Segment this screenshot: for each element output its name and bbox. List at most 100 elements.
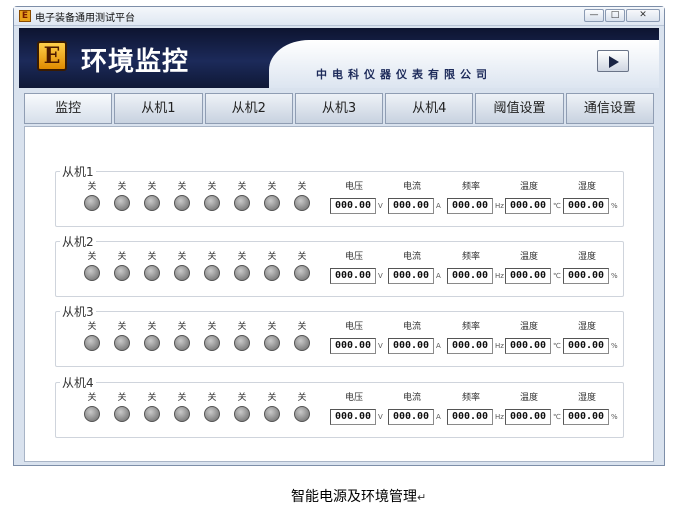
meter-label: 温度 bbox=[519, 252, 538, 262]
meter-value-field: 000.00 bbox=[388, 198, 434, 214]
slave-group-label: 从机1 bbox=[60, 163, 96, 180]
app-window: E 电子装备通用测试平台 — □ ✕ E 环境监控 中电科仪器仪表有限公司 监控… bbox=[13, 6, 665, 466]
switch-indicator: 关 bbox=[111, 181, 133, 211]
switch-indicator: 关 bbox=[171, 321, 193, 351]
switch-state-label: 关 bbox=[297, 182, 307, 192]
switch-indicator: 关 bbox=[291, 181, 313, 211]
meter-readout: 温度 000.00 ℃ bbox=[505, 251, 563, 284]
meter-label: 电压 bbox=[344, 322, 363, 332]
meter-label: 湿度 bbox=[577, 322, 596, 332]
switch-state-label: 关 bbox=[267, 393, 277, 403]
window-title: 电子装备通用测试平台 bbox=[35, 13, 135, 24]
meter-readout: 湿度 000.00% bbox=[563, 321, 621, 354]
tab-5[interactable]: 从机4 bbox=[385, 93, 474, 124]
tab-4[interactable]: 从机3 bbox=[294, 93, 384, 124]
switch-state-label: 关 bbox=[297, 252, 307, 262]
tab-1[interactable]: 监控 bbox=[24, 93, 113, 124]
switch-state-label: 关 bbox=[87, 182, 97, 192]
indicator-lamp-icon bbox=[294, 265, 310, 281]
tab-6[interactable]: 阈值设置 bbox=[475, 93, 564, 124]
meter-unit: ℃ bbox=[553, 342, 561, 350]
indicator-lamp-icon bbox=[84, 195, 100, 211]
meter-unit: Hz bbox=[495, 202, 504, 210]
meter-value-field: 000.00 bbox=[447, 268, 493, 284]
meter-readout: 频率 000.00 Hz bbox=[447, 181, 505, 214]
slave-group-2: 从机2 关关关关关关关关电压 000.00 V 电流 000.00 A 频率 000.00 Hz 温… bbox=[55, 233, 624, 297]
meter-unit: A bbox=[436, 342, 441, 350]
paragraph-mark-icon: ↵ bbox=[417, 491, 427, 504]
switch-indicator: 关 bbox=[261, 181, 283, 211]
indicator-lamp-icon bbox=[174, 195, 190, 211]
maximize-icon[interactable]: □ bbox=[605, 9, 625, 22]
meter-value-field: 000.00 bbox=[388, 338, 434, 354]
switch-state-label: 关 bbox=[117, 322, 127, 332]
tab-bar: 监控 从机1 从机2 从机3 从机4 阈值设置 通信设置 bbox=[24, 93, 654, 125]
meter-unit: % bbox=[611, 342, 618, 350]
meter-value-field: 000.00 bbox=[447, 198, 493, 214]
indicator-lamp-icon bbox=[294, 406, 310, 422]
indicator-lamp-icon bbox=[144, 195, 160, 211]
slave-group-1: 从机1 关关关关关关关关电压 000.00 V 电流 000.00 A 频率 000.00 Hz 温… bbox=[55, 163, 624, 227]
meter-label: 频率 bbox=[461, 393, 480, 403]
meter-readout: 温度 000.00 ℃ bbox=[505, 392, 563, 425]
switch-state-label: 关 bbox=[297, 322, 307, 332]
meter-label: 频率 bbox=[461, 322, 480, 332]
meter-label: 温度 bbox=[519, 322, 538, 332]
tab-7[interactable]: 通信设置 bbox=[565, 93, 654, 124]
meter-value-field: 000.00 bbox=[330, 198, 376, 214]
switch-state-label: 关 bbox=[177, 252, 187, 262]
switch-indicator: 关 bbox=[141, 251, 163, 281]
indicator-lamp-icon bbox=[204, 195, 220, 211]
meter-value-field: 000.00 bbox=[447, 409, 493, 425]
brand-logo: E bbox=[37, 41, 67, 71]
play-icon bbox=[609, 56, 619, 68]
meter-value-field: 000.00 bbox=[330, 409, 376, 425]
meter-value-field: 000.00 bbox=[505, 409, 551, 425]
caption-text: 智能电源及环境管理 bbox=[291, 489, 417, 505]
switch-state-label: 关 bbox=[87, 322, 97, 332]
switch-indicator: 关 bbox=[231, 392, 253, 422]
switch-state-label: 关 bbox=[147, 393, 157, 403]
indicator-lamp-icon bbox=[234, 335, 250, 351]
switch-indicator: 关 bbox=[81, 321, 103, 351]
window-controls: — □ ✕ bbox=[584, 9, 660, 22]
meter-readout: 电压 000.00 V bbox=[330, 392, 388, 425]
meter-readout: 温度 000.00 ℃ bbox=[505, 321, 563, 354]
meter-unit: % bbox=[611, 272, 618, 280]
meter-readout: 电流 000.00 A bbox=[388, 321, 446, 354]
switch-state-label: 关 bbox=[297, 393, 307, 403]
close-icon[interactable]: ✕ bbox=[626, 9, 660, 22]
tab-3[interactable]: 从机2 bbox=[204, 93, 293, 124]
meter-value-field: 000.00 bbox=[388, 268, 434, 284]
meter-readout: 频率 000.00 Hz bbox=[447, 392, 505, 425]
switch-indicator: 关 bbox=[111, 392, 133, 422]
switch-indicator: 关 bbox=[141, 321, 163, 351]
indicator-lamp-icon bbox=[144, 406, 160, 422]
play-button[interactable] bbox=[597, 50, 629, 72]
meter-label: 温度 bbox=[519, 182, 538, 192]
tab-2[interactable]: 从机1 bbox=[114, 93, 203, 124]
switch-state-label: 关 bbox=[177, 393, 187, 403]
meter-value-field: 000.00 bbox=[563, 338, 609, 354]
monitor-panel: 从机1 关关关关关关关关电压 000.00 V 电流 000.00 A 频率 000.00 Hz 温… bbox=[24, 126, 654, 462]
meter-unit: ℃ bbox=[553, 272, 561, 280]
meter-label: 电压 bbox=[344, 182, 363, 192]
meter-label: 电压 bbox=[344, 252, 363, 262]
switch-state-label: 关 bbox=[147, 182, 157, 192]
switch-indicator: 关 bbox=[231, 321, 253, 351]
title-bar[interactable]: E 电子装备通用测试平台 — □ ✕ bbox=[14, 7, 664, 26]
meter-unit: V bbox=[378, 202, 383, 210]
meter-label: 频率 bbox=[461, 182, 480, 192]
switch-indicator: 关 bbox=[171, 251, 193, 281]
indicator-lamp-icon bbox=[144, 265, 160, 281]
minimize-icon[interactable]: — bbox=[584, 9, 604, 22]
slave-group-label: 从机2 bbox=[60, 233, 96, 250]
switch-state-label: 关 bbox=[267, 252, 277, 262]
meter-unit: Hz bbox=[495, 342, 504, 350]
meter-unit: Hz bbox=[495, 272, 504, 280]
indicator-lamp-icon bbox=[204, 335, 220, 351]
switch-indicator: 关 bbox=[231, 251, 253, 281]
meter-label: 湿度 bbox=[577, 393, 596, 403]
meter-readout: 频率 000.00 Hz bbox=[447, 321, 505, 354]
switch-indicator: 关 bbox=[141, 181, 163, 211]
